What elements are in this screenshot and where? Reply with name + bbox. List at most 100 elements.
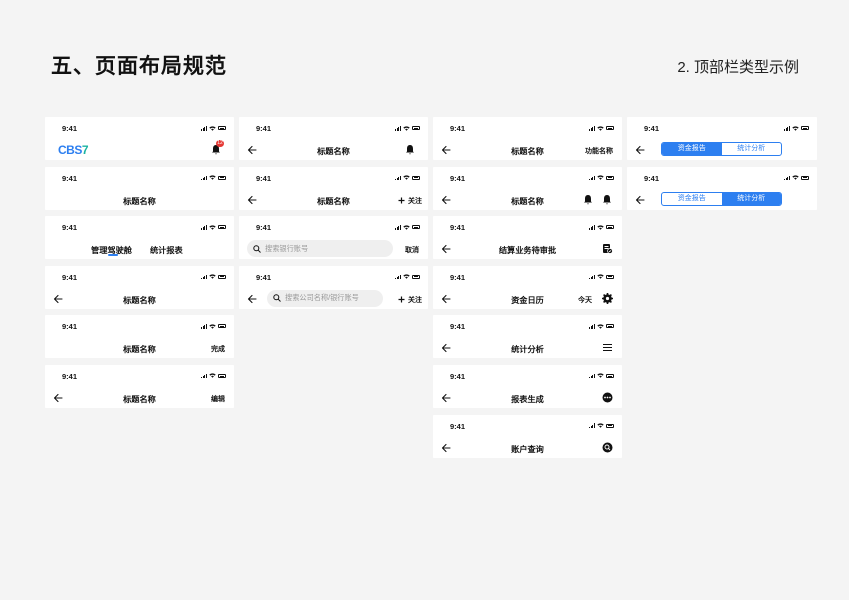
back-arrow-icon[interactable] <box>634 144 646 156</box>
navbar-example-bell: 9:41 标题名称 <box>239 117 428 160</box>
wifi-icon <box>209 274 216 280</box>
nav-title: 标题名称 <box>317 147 350 156</box>
wifi-icon <box>403 125 410 131</box>
battery-icon <box>606 274 614 279</box>
status-time: 9:41 <box>256 173 272 183</box>
status-icons <box>588 224 614 230</box>
follow-button[interactable]: 关注 <box>398 295 422 305</box>
wifi-icon <box>597 125 604 131</box>
signal-icon <box>783 125 790 131</box>
done-button[interactable]: 完成 <box>211 344 225 354</box>
bell-icon[interactable] <box>405 144 415 155</box>
bell-icon[interactable] <box>583 194 593 205</box>
tab-reports[interactable]: 统计报表 <box>150 244 183 256</box>
nav-title: 标题名称 <box>123 295 156 305</box>
column-2: 9:41 标题名称 9:41 标题名称 关注 9:41 搜索银行账号 取消 9:… <box>239 117 428 315</box>
search-circle-icon[interactable] <box>602 442 613 453</box>
battery-icon <box>606 324 614 329</box>
back-arrow-icon[interactable] <box>634 194 646 206</box>
battery-icon <box>606 423 614 428</box>
status-icons <box>200 274 226 280</box>
wifi-icon <box>209 175 216 180</box>
follow-button[interactable]: 关注 <box>398 196 422 206</box>
wifi-icon <box>597 373 604 379</box>
status-time: 9:41 <box>62 272 78 282</box>
signal-icon <box>394 225 401 230</box>
navbar-example-search-cancel: 9:41 搜索银行账号 取消 <box>239 216 428 260</box>
navbar-example-menu: 9:41 统计分析 <box>433 315 622 359</box>
signal-icon <box>200 175 207 181</box>
status-time: 9:41 <box>62 223 78 233</box>
search-icon <box>253 244 261 253</box>
battery-icon <box>801 126 809 130</box>
battery-icon <box>218 225 226 230</box>
brand-logo: CBS7 <box>58 143 89 157</box>
segment-statistics[interactable]: 统计分析 <box>722 143 782 155</box>
signal-icon <box>200 125 207 131</box>
column-3: 9:41 标题名称 功能名称 9:41 标题名称 9:41 结算业务待审批 9:… <box>433 117 622 464</box>
search-icon <box>273 294 281 303</box>
search-input[interactable]: 搜索银行账号 <box>247 240 393 258</box>
navbar-example-tabs: 9:41 管理驾驶舱 统计报表 <box>45 216 234 260</box>
wifi-icon <box>403 175 410 180</box>
function-button[interactable]: 功能名称 <box>585 146 613 156</box>
plus-icon <box>398 296 405 303</box>
more-icon[interactable] <box>602 392 613 403</box>
status-icons <box>200 373 226 379</box>
signal-icon <box>394 274 401 280</box>
battery-icon <box>412 225 420 230</box>
navbar-example-logo: 9:41 CBS7 12 <box>45 117 234 160</box>
signal-icon <box>200 225 207 230</box>
battery-icon <box>801 175 809 180</box>
today-button[interactable]: 今天 <box>578 295 592 305</box>
back-arrow-icon[interactable] <box>246 293 258 305</box>
wifi-icon <box>209 373 216 379</box>
segment-fund-report[interactable]: 资金报告 <box>662 143 722 155</box>
segmented-control: 资金报告 统计分析 <box>661 142 782 156</box>
page-subtitle: 2. 顶部栏类型示例 <box>677 59 799 76</box>
status-time: 9:41 <box>644 173 660 183</box>
battery-icon <box>218 175 226 180</box>
navbar-example-account: 9:41 账户查询 <box>433 414 622 458</box>
cancel-button[interactable]: 取消 <box>405 245 419 255</box>
bell-icon[interactable] <box>602 194 612 205</box>
navbar-example-more: 9:41 报表生成 <box>433 364 622 408</box>
doc-check-icon[interactable] <box>602 243 613 255</box>
nav-title: 资金日历 <box>511 295 544 305</box>
navbar-example-approval: 9:41 结算业务待审批 <box>433 216 622 260</box>
signal-icon <box>394 125 401 131</box>
signal-icon <box>588 175 595 181</box>
signal-icon <box>394 175 401 181</box>
search-input[interactable]: 搜索公司名称/银行账号 <box>267 289 383 307</box>
status-icons <box>588 175 614 181</box>
signal-icon <box>588 225 595 230</box>
status-time: 9:41 <box>450 421 466 431</box>
status-icons <box>588 373 614 379</box>
segment-fund-report[interactable]: 资金报告 <box>662 193 722 205</box>
edit-button[interactable]: 编辑 <box>211 394 225 404</box>
segmented-control: 资金报告 统计分析 <box>661 191 782 206</box>
wifi-icon <box>597 225 604 230</box>
status-time: 9:41 <box>62 173 78 183</box>
segment-statistics[interactable]: 统计分析 <box>721 192 781 205</box>
battery-icon <box>218 126 226 130</box>
navbar-example-segment-a: 9:41 资金报告 统计分析 <box>627 117 817 160</box>
signal-icon <box>783 175 790 181</box>
wifi-icon <box>403 225 410 230</box>
nav-title: 标题名称 <box>123 196 156 206</box>
gear-icon[interactable] <box>602 292 613 304</box>
wifi-icon <box>209 125 216 131</box>
battery-icon <box>412 175 420 180</box>
nav-title: 标题名称 <box>123 345 156 355</box>
status-time: 9:41 <box>62 371 78 381</box>
signal-icon <box>588 373 595 379</box>
status-time: 9:41 <box>256 124 272 133</box>
status-icons <box>783 125 809 131</box>
signal-icon <box>588 324 595 329</box>
menu-icon[interactable] <box>602 342 613 353</box>
status-time: 9:41 <box>450 173 466 183</box>
signal-icon <box>200 324 207 329</box>
nav-title: 标题名称 <box>511 196 544 206</box>
wifi-icon <box>597 175 604 180</box>
status-icons <box>588 323 614 329</box>
